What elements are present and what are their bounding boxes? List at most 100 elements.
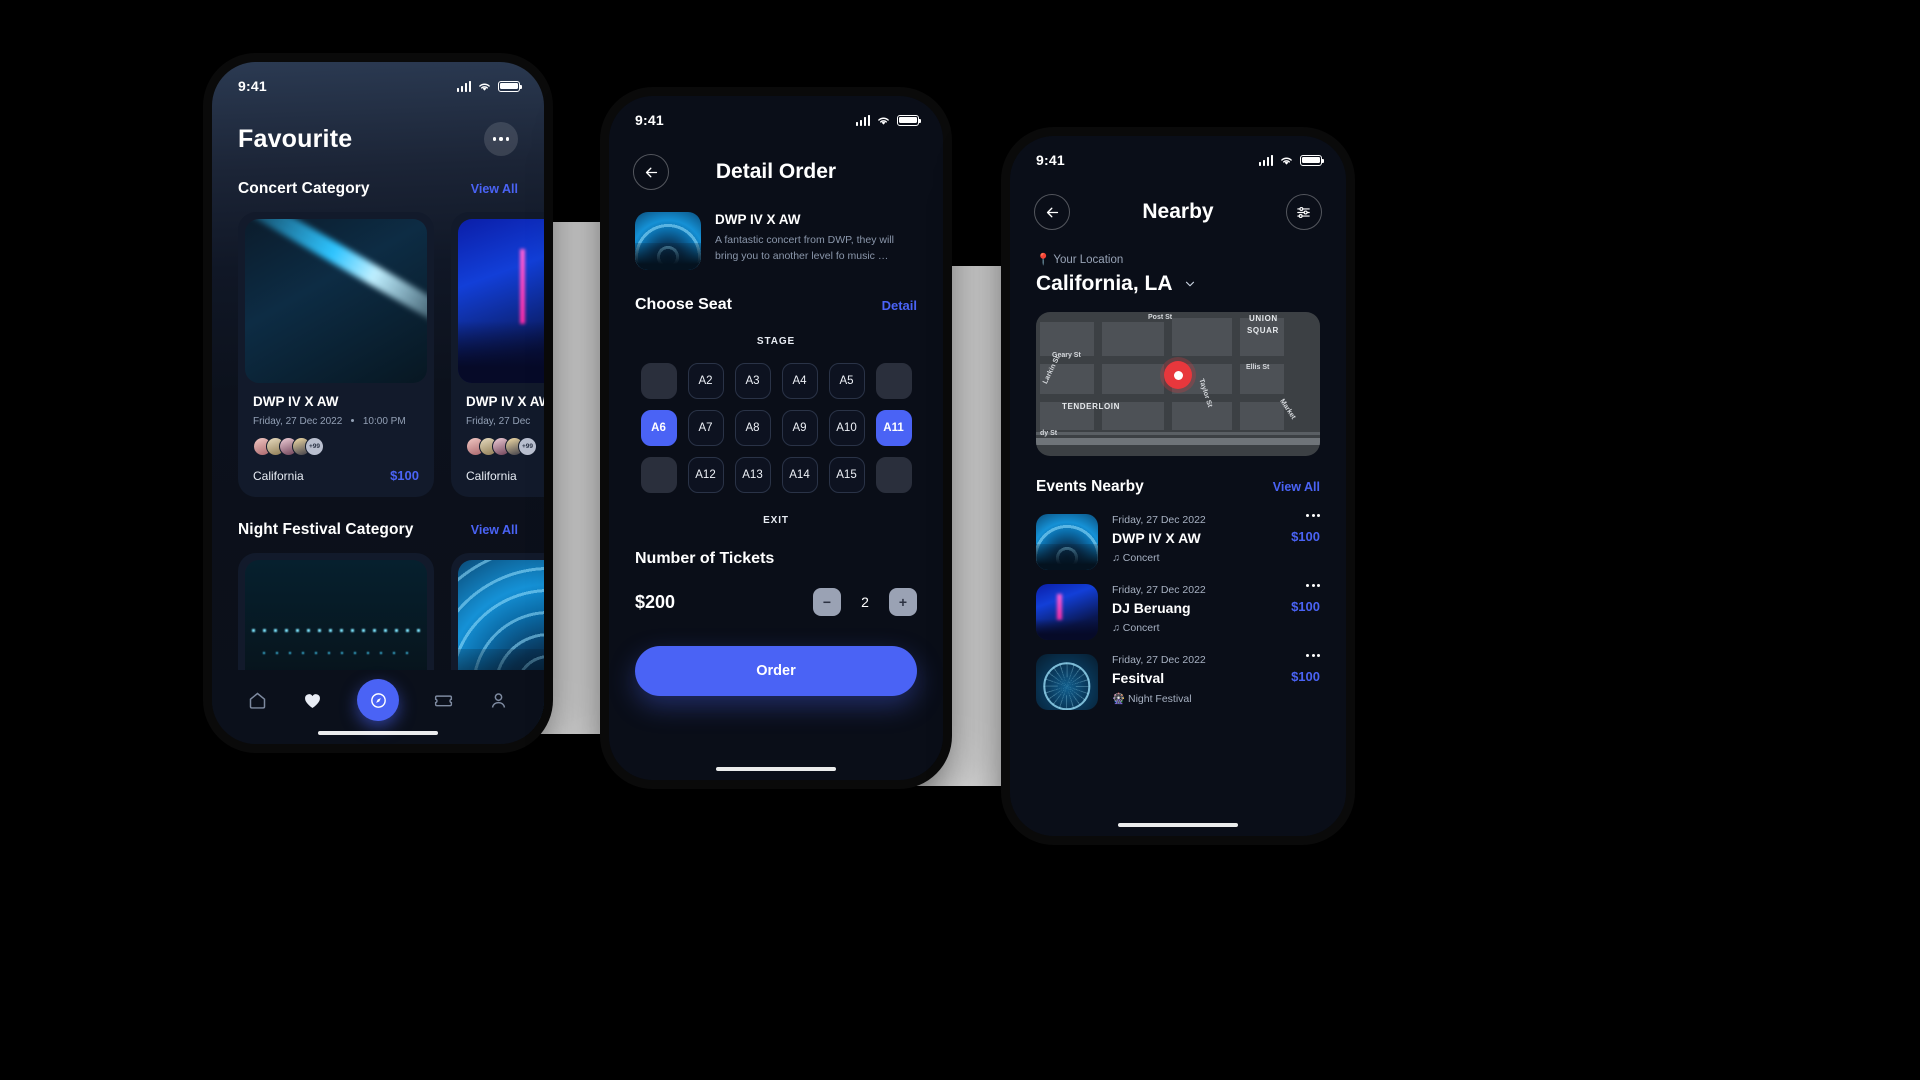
section-header-concert: Concert Category View All (212, 180, 544, 198)
quantity-stepper[interactable]: − 2 + (813, 588, 917, 616)
seat-a11[interactable]: A11 (875, 410, 912, 446)
more-options-button[interactable] (484, 122, 518, 156)
home-indicator (1118, 823, 1238, 827)
order-event-summary: DWP IV X AW A fantastic concert from DWP… (609, 190, 943, 270)
increment-button[interactable]: + (889, 588, 917, 616)
location-value: California, LA (1036, 272, 1173, 295)
chevron-down-icon[interactable] (1183, 277, 1197, 291)
concert-card-rail[interactable]: DWP IV X AW Friday, 27 Dec 2022 10:00 PM… (212, 212, 544, 497)
seat-a8[interactable]: A8 (734, 410, 771, 446)
event-name: DWP IV X AW (466, 394, 544, 409)
decrement-button[interactable]: − (813, 588, 841, 616)
ticket-icon (434, 694, 453, 706)
battery-icon (1300, 154, 1325, 166)
seat-a14[interactable]: A14 (781, 457, 818, 493)
arrow-left-icon (645, 167, 657, 177)
wifi-icon (1281, 157, 1292, 165)
seat-a4[interactable]: A4 (781, 363, 818, 399)
person-icon (491, 692, 506, 708)
quantity-value: 2 (861, 594, 869, 610)
compass-icon (370, 692, 386, 708)
view-all-events[interactable]: View All (1273, 480, 1320, 494)
event-date: Friday, 27 Dec 2022 (253, 416, 343, 427)
tickets-total: $200 (635, 591, 676, 612)
seat-blocked (640, 457, 677, 493)
tab-tickets[interactable] (433, 690, 454, 711)
status-bar: 9:41 (1010, 136, 1346, 168)
event-name: DWP IV X AW (253, 394, 339, 409)
status-time: 9:41 (238, 78, 267, 94)
home-indicator (318, 731, 438, 735)
signal-icon (1258, 154, 1273, 166)
event-thumbnail (635, 212, 701, 270)
row-more-button[interactable] (1306, 654, 1320, 657)
order-button[interactable]: Order (635, 646, 917, 696)
event-thumbnail (1036, 654, 1098, 710)
view-all-night-festival[interactable]: View All (471, 523, 518, 537)
status-time: 9:41 (1036, 152, 1065, 168)
page-title: Favourite (238, 124, 353, 153)
list-item[interactable]: Friday, 27 Dec 2022 DJ Beruang ♫ Concert… (1036, 570, 1320, 640)
tab-profile[interactable] (488, 690, 509, 711)
home-indicator (716, 767, 836, 771)
seat-a5[interactable]: A5 (828, 363, 865, 399)
back-button[interactable] (633, 154, 669, 190)
row-more-button[interactable] (1306, 584, 1320, 587)
seat-a10[interactable]: A10 (828, 410, 865, 446)
event-title: DJ Beruang (1112, 600, 1191, 616)
map-label: Post St (1148, 314, 1173, 321)
events-nearby-header: Events Nearby View All (1010, 478, 1346, 496)
event-thumbnail (458, 219, 544, 383)
seat-a13[interactable]: A13 (734, 457, 771, 493)
map-view[interactable]: Post St UNION SQUAR Geary St Larkin St E… (1036, 312, 1320, 456)
seat-a3[interactable]: A3 (734, 363, 771, 399)
tickets-title: Number of Tickets (635, 550, 775, 567)
attendee-avatars: +99 (466, 437, 544, 456)
seat-a9[interactable]: A9 (781, 410, 818, 446)
avatar-more-count: +99 (518, 437, 537, 456)
list-item[interactable]: Friday, 27 Dec 2022 DWP IV X AW ♫ Concer… (1036, 500, 1320, 570)
wifi-icon (479, 83, 490, 91)
tab-favourite[interactable] (302, 690, 323, 711)
your-location-label: 📍 Your Location (1010, 230, 1346, 266)
home-icon (249, 692, 266, 709)
phone-nearby: 9:41 Nearby 📍 Your Location California, … (1010, 136, 1346, 836)
seat-a7[interactable]: A7 (687, 410, 724, 446)
status-bar: 9:41 (609, 96, 943, 128)
exit-label: EXIT (763, 515, 789, 526)
event-card[interactable]: DWP IV X AW Friday, 27 Dec 2022 10:00 PM… (238, 212, 434, 497)
seat-detail-link[interactable]: Detail (882, 298, 917, 313)
event-price: $100 (1291, 669, 1320, 684)
seat-a12[interactable]: A12 (687, 457, 724, 493)
tab-home[interactable] (247, 690, 268, 711)
row-more-button[interactable] (1306, 514, 1320, 517)
events-nearby-title: Events Nearby (1036, 478, 1144, 495)
event-price: $100 (1291, 599, 1320, 614)
event-datetime: Friday, 27 Dec 2022 10:00 PM (253, 416, 419, 427)
seat-grid[interactable]: A2 A3 A4 A5 A6 A7 A8 A9 A10 A11 A12 A13 A14 A15 (609, 363, 943, 493)
battery-icon (897, 114, 922, 126)
event-category-text: Concert (1122, 622, 1160, 634)
event-description: A fantastic concert from DWP, they will … (715, 234, 894, 263)
event-category-text: Night Festival (1128, 693, 1192, 705)
seat-a6[interactable]: A6 (640, 410, 677, 446)
view-all-concert[interactable]: View All (471, 182, 518, 196)
filter-button[interactable] (1285, 194, 1322, 230)
screenshot-canvas: 9:41 Favourite Concert Category View All… (0, 0, 1920, 1080)
bottom-tab-bar[interactable] (212, 670, 544, 744)
event-card[interactable]: DWP IV X AW Friday, 27 Dec +99 Californi… (451, 212, 544, 497)
map-label: dy St (1040, 430, 1058, 437)
event-category: 🎡 Night Festival (1112, 692, 1277, 705)
back-button[interactable] (1034, 194, 1070, 230)
festival-icon: 🎡 (1112, 693, 1126, 705)
tab-explore[interactable] (357, 679, 399, 721)
event-date: Friday, 27 Dec 2022 (1112, 514, 1206, 526)
attendee-avatars: +99 (253, 437, 419, 456)
signal-icon (855, 114, 870, 126)
list-item[interactable]: Friday, 27 Dec 2022 Fesitval 🎡 Night Fes… (1036, 640, 1320, 710)
seat-a15[interactable]: A15 (828, 457, 865, 493)
page-title: Nearby (1142, 200, 1214, 223)
location-selector[interactable]: California, LA (1010, 272, 1346, 296)
seat-a2[interactable]: A2 (687, 363, 724, 399)
status-bar: 9:41 (212, 62, 544, 94)
